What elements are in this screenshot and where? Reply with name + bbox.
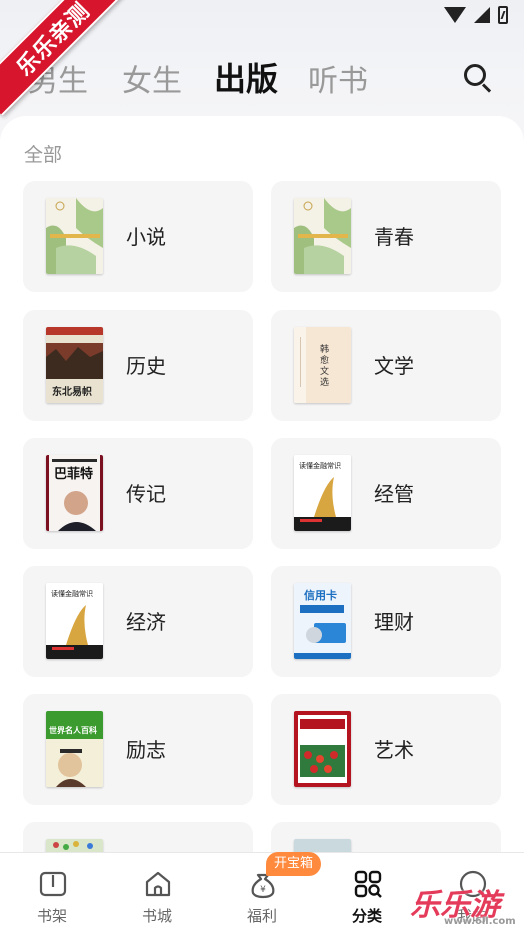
cover-title: 东北易帜: [52, 387, 92, 398]
tab-publish[interactable]: 出版: [214, 54, 278, 100]
category-label: 小说: [126, 225, 166, 249]
book-cover-icon: 读懂金融常识: [46, 583, 103, 659]
search-icon[interactable]: [462, 62, 494, 94]
book-cover-icon: 世界名人百科: [46, 711, 103, 787]
book-cover-icon: 韩愈文选: [294, 327, 351, 403]
category-label: 传记: [126, 482, 166, 506]
nav-label: 分类: [351, 907, 382, 925]
cover-title: 读懂金融常识: [299, 462, 341, 470]
battery-icon: [498, 6, 508, 24]
category-panel: 全部 小说 青春 东北易帜 历史 韩愈文选 文学 巴菲特 传记 读懂金融常识 经…: [0, 116, 524, 852]
book-cover-icon: 读懂金融常识: [294, 455, 351, 531]
nav-bookstore[interactable]: 书城: [117, 865, 197, 933]
cover-title: 巴菲特: [54, 467, 94, 482]
treasure-box-badge[interactable]: 开宝箱: [266, 852, 322, 876]
category-history[interactable]: 东北易帜 历史: [23, 310, 253, 421]
category-finance[interactable]: 信用卡 理财: [271, 566, 501, 677]
home-icon: [145, 871, 171, 897]
cover-title: 世界名人百科: [49, 726, 97, 735]
category-label: 经管: [374, 482, 414, 506]
cover-title: 韩愈文选: [320, 345, 330, 388]
svg-text:¥: ¥: [260, 885, 266, 895]
category-label: 文学: [374, 354, 414, 378]
category-art[interactable]: 艺术: [271, 694, 501, 805]
bookshelf-icon: [39, 871, 67, 897]
tab-female[interactable]: 女生: [122, 56, 182, 100]
nav-bookshelf[interactable]: 书架: [12, 865, 92, 933]
book-cover-icon: [294, 711, 351, 787]
category-label: 理财: [374, 610, 414, 634]
app-root: 乐乐亲测 男生 女生 出版 听书 全部 小说 青春 东北易帜 历史 韩愈文选 文…: [0, 0, 524, 933]
cover-title: 信用卡: [304, 589, 337, 602]
category-inspiration[interactable]: 世界名人百科 励志: [23, 694, 253, 805]
category-label: 经济: [126, 610, 166, 634]
signal-icon: [474, 7, 490, 23]
tab-audiobook[interactable]: 听书: [308, 56, 368, 100]
top-tabs: 男生 女生 出版 听书: [0, 50, 524, 102]
category-label: 励志: [126, 738, 166, 762]
watermark-url: www.6ll.com: [444, 916, 516, 927]
nav-label: 书城: [141, 907, 172, 925]
category-biography[interactable]: 巴菲特 传记: [23, 438, 253, 549]
book-cover-icon: 东北易帜: [46, 327, 103, 403]
nav-label: 书架: [36, 907, 67, 925]
category-literature[interactable]: 韩愈文选 文学: [271, 310, 501, 421]
category-label: 艺术: [374, 738, 414, 762]
category-more[interactable]: [271, 822, 501, 852]
cover-title: 读懂金融常识: [51, 590, 93, 598]
category-more[interactable]: [23, 822, 253, 852]
wifi-icon: [444, 7, 466, 23]
book-cover-icon: [294, 839, 351, 852]
book-cover-icon: [46, 198, 103, 274]
section-title: 全部: [24, 144, 63, 166]
watermark-logo: 乐乐游戏 www.6ll.com: [410, 880, 524, 933]
category-management[interactable]: 读懂金融常识 经管: [271, 438, 501, 549]
category-economics[interactable]: 读懂金融常识 经济: [23, 566, 253, 677]
category-label: 青春: [374, 225, 414, 249]
nav-category[interactable]: 分类: [327, 865, 407, 933]
book-cover-icon: 巴菲特: [46, 455, 103, 531]
category-label: 历史: [126, 354, 166, 378]
book-cover-icon: [46, 839, 103, 852]
nav-label: 福利: [246, 907, 277, 925]
book-cover-icon: 信用卡: [294, 583, 351, 659]
category-grid-icon: [354, 870, 382, 898]
category-youth[interactable]: 青春: [271, 181, 501, 292]
category-novel[interactable]: 小说: [23, 181, 253, 292]
book-cover-icon: [294, 198, 351, 274]
